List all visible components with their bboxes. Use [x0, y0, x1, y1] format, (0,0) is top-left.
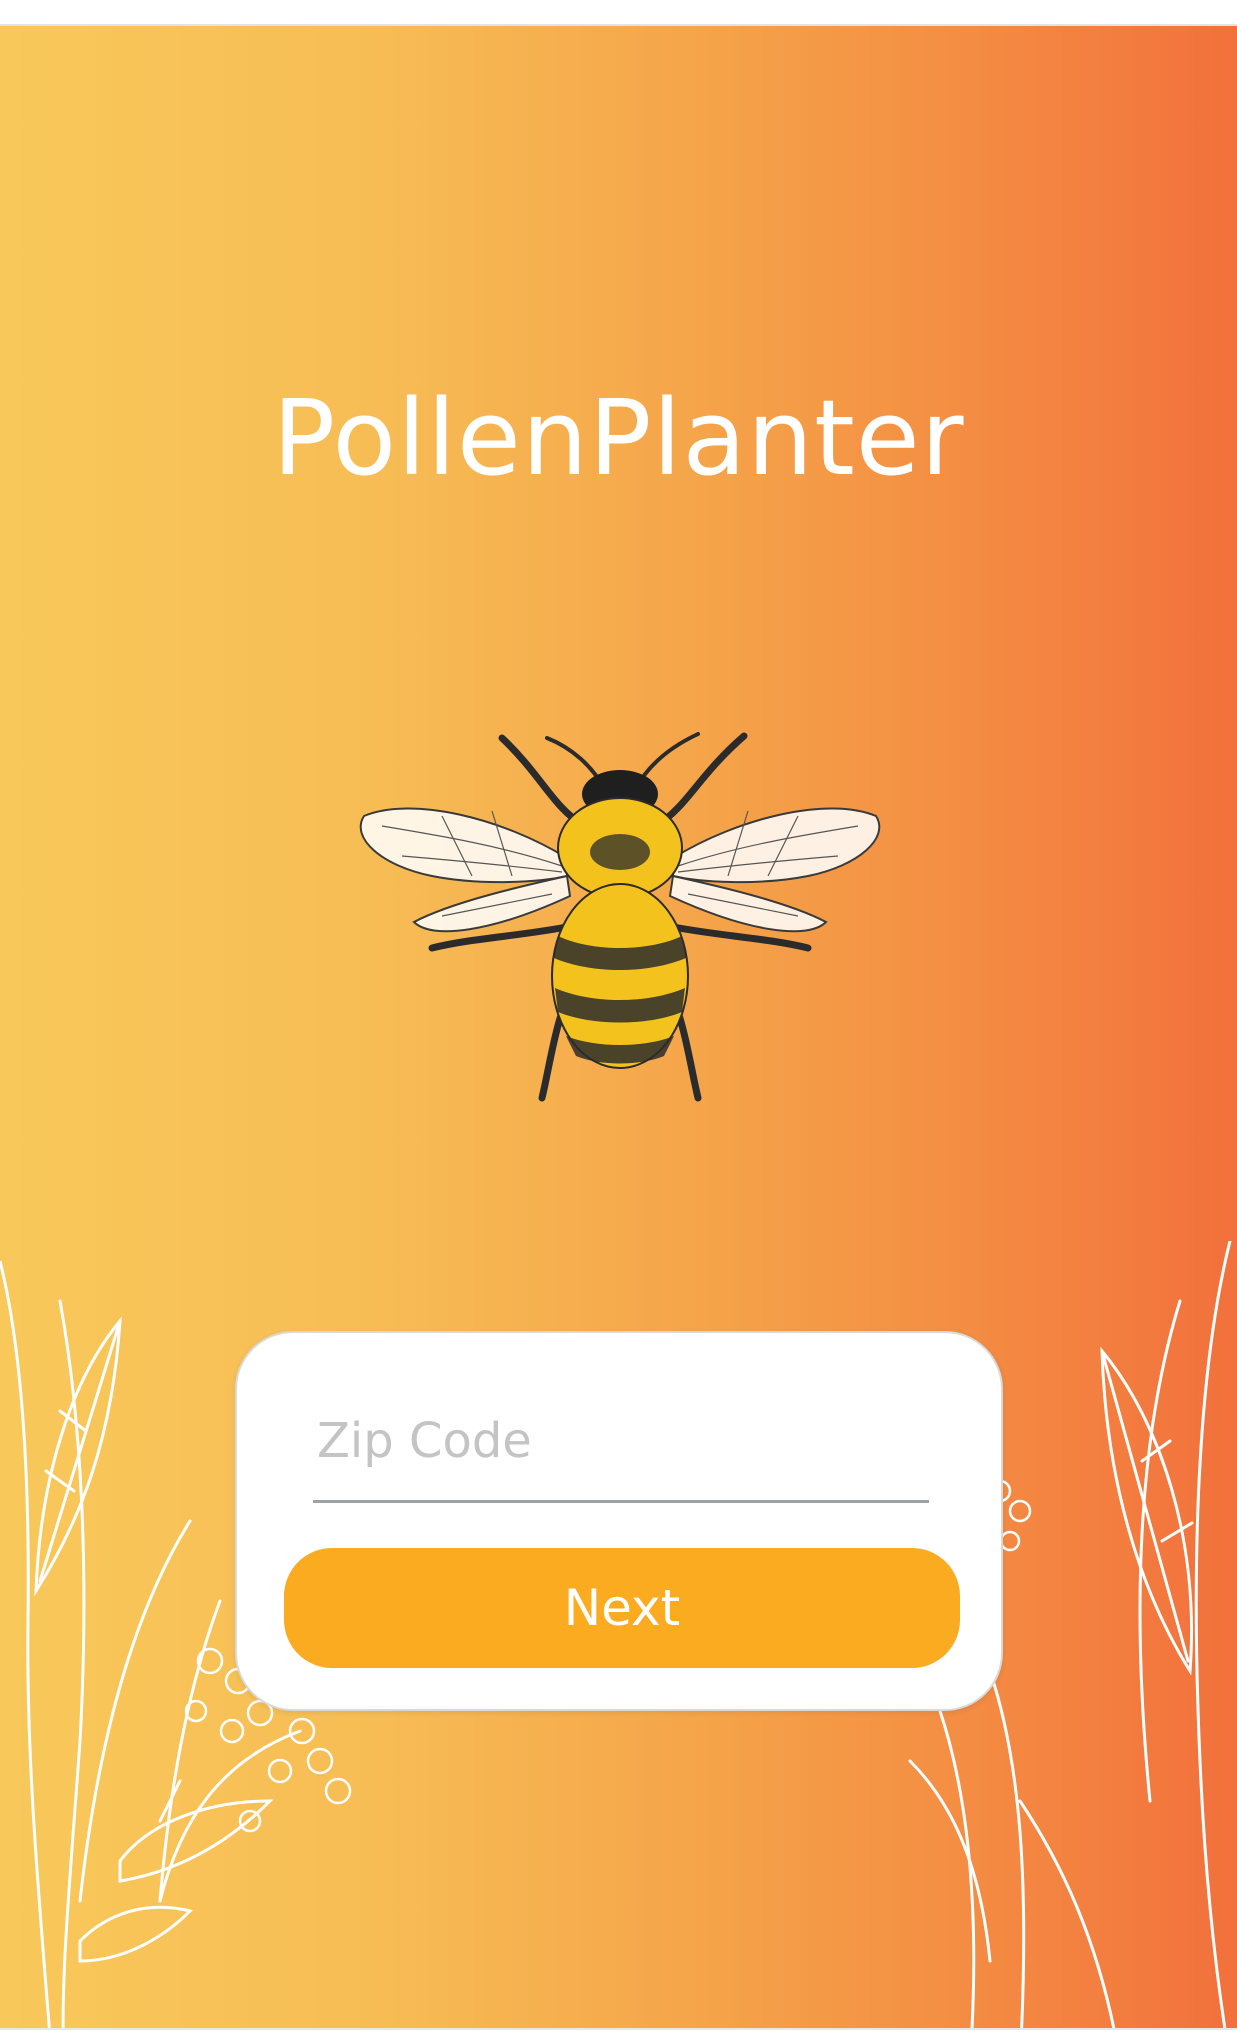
status-bar — [0, 0, 1237, 26]
gradient-background: PollenPlanter Zip Code Next — [0, 26, 1237, 2028]
home-indicator-area — [0, 2028, 1237, 2040]
onboarding-screen: PollenPlanter Zip Code Next — [0, 0, 1237, 2040]
zip-code-input[interactable] — [317, 1405, 929, 1477]
zip-code-underline — [313, 1500, 929, 1503]
next-button[interactable]: Next — [284, 1548, 960, 1668]
zip-code-card: Next — [235, 1331, 1003, 1711]
bee-icon — [359, 732, 881, 1102]
app-title: PollenPlanter — [272, 377, 965, 499]
